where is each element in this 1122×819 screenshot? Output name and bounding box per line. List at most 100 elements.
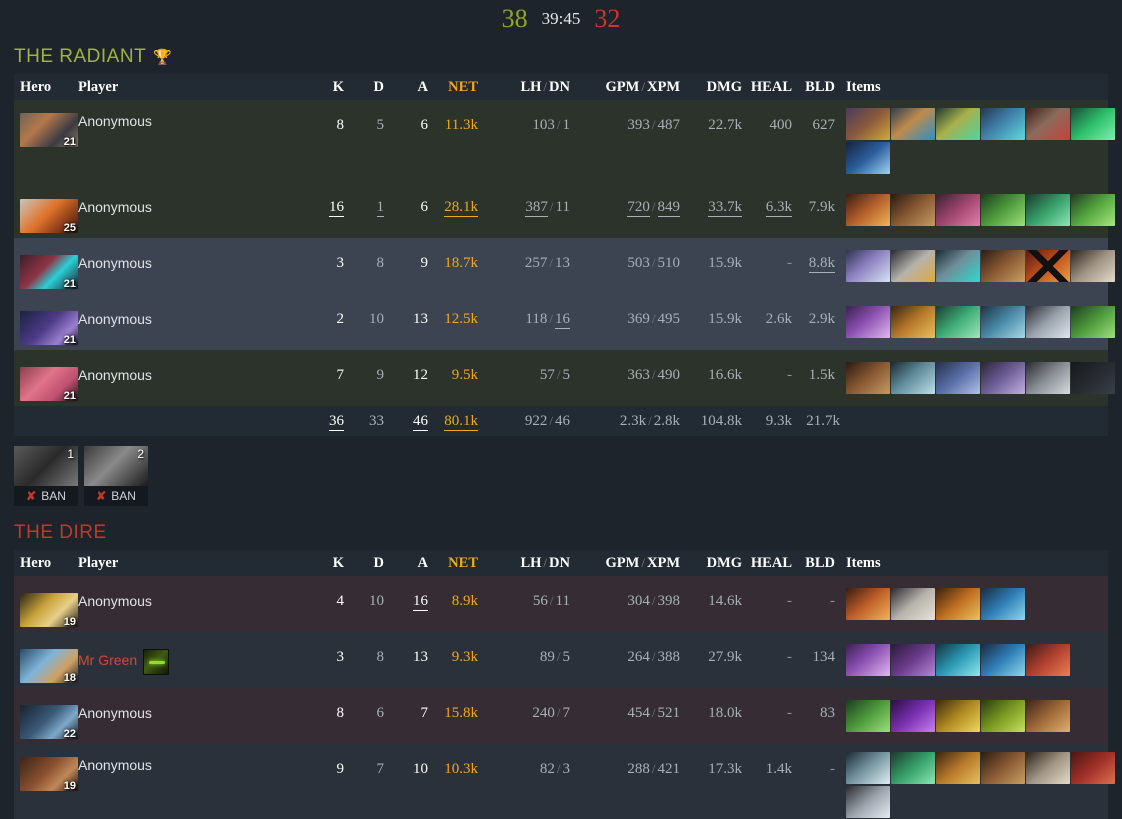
item-slot[interactable] [891,108,935,140]
item-slot[interactable] [1026,700,1070,732]
hero-portrait[interactable]: 19 [20,593,78,628]
table-row[interactable]: 21 Anonymous 3 8 9 18.7k 257/13 503/510 15.9k -8.… [14,238,1115,294]
player-name[interactable]: Anonymous [78,311,152,327]
item-slot[interactable] [846,588,890,620]
ban-entry[interactable]: 1 ✘ BAN [14,446,78,506]
hero-cell[interactable]: 21 [14,100,78,148]
item-slot[interactable] [936,250,980,282]
ban-hero-portrait[interactable]: 1 [14,446,78,486]
item-slot[interactable] [1071,108,1115,140]
item-slot[interactable] [846,250,890,282]
player-name[interactable]: Mr Green [78,652,137,668]
item-slot[interactable] [936,306,980,338]
col-lh-dn[interactable]: LH / DN [478,555,570,572]
col-bld[interactable]: BLD [792,79,840,96]
hero-portrait[interactable]: 21 [20,255,78,290]
table-row[interactable]: 21 Anonymous 2 10 13 12.5k 118/16 369/495 15.9k 2… [14,294,1115,350]
col-net[interactable]: NET [428,555,478,572]
item-slot[interactable] [846,752,890,784]
item-slot[interactable] [846,362,890,394]
col-net[interactable]: NET [428,79,478,96]
hero-portrait[interactable]: 25 [20,199,78,234]
player-name[interactable]: Anonymous [78,593,152,609]
item-slot[interactable] [1071,194,1115,226]
item-slot[interactable] [846,700,890,732]
item-slot[interactable] [846,786,890,818]
item-slot[interactable] [846,306,890,338]
item-slot[interactable] [936,700,980,732]
item-slot[interactable] [936,194,980,226]
col-bld[interactable]: BLD [792,555,840,572]
item-slot[interactable] [981,306,1025,338]
item-slot[interactable] [846,194,890,226]
player-name[interactable]: Anonymous [78,199,152,215]
item-slot[interactable] [1026,108,1070,140]
item-slot[interactable] [891,194,935,226]
table-row[interactable]: 21 Anonymous 8 5 6 11.3k 103/1 393/487 22.7k 400 6… [14,100,1115,182]
item-slot[interactable] [1071,752,1115,784]
item-slot[interactable] [981,108,1025,140]
col-dmg[interactable]: DMG [680,79,742,96]
hero-cell[interactable]: 18 [14,632,78,684]
player-name[interactable]: Anonymous [78,255,152,271]
table-row[interactable]: 18 Mr Green 3 8 13 9.3k 89/5 264/388 27.9k - 134 [14,632,1108,688]
item-slot[interactable] [981,700,1025,732]
item-slot[interactable] [981,194,1025,226]
player-cell[interactable]: Anonymous [78,688,304,723]
item-slot[interactable] [936,362,980,394]
item-slot[interactable] [846,142,890,174]
player-cell[interactable]: Anonymous [78,100,304,131]
item-slot[interactable] [891,362,935,394]
col-gpm-xpm[interactable]: GPM / XPM [570,555,680,572]
col-a[interactable]: A [384,555,428,572]
hero-portrait[interactable]: 21 [20,367,78,402]
item-slot[interactable] [981,250,1025,282]
player-name[interactable]: Anonymous [78,367,152,383]
item-slot[interactable] [981,588,1025,620]
item-slot[interactable] [891,644,935,676]
player-cell[interactable]: Anonymous [78,294,304,329]
item-slot[interactable] [846,108,890,140]
player-cell[interactable]: Anonymous [78,576,304,611]
player-cell[interactable]: Anonymous [78,238,304,273]
col-gpm-xpm[interactable]: GPM / XPM [570,79,680,96]
hero-portrait[interactable]: 22 [20,705,78,740]
item-slot[interactable] [981,362,1025,394]
hero-cell[interactable]: 25 [14,182,78,234]
item-slot[interactable] [1026,194,1070,226]
item-slot[interactable] [981,752,1025,784]
col-lh-dn[interactable]: LH / DN [478,79,570,96]
table-row[interactable]: 19 Anonymous 4 10 16 8.9k 56/11 304/398 14.6k - - [14,576,1108,632]
item-slot[interactable] [1026,250,1070,282]
item-slot[interactable] [981,644,1025,676]
item-slot[interactable] [1071,306,1115,338]
hero-portrait[interactable]: 21 [20,311,78,346]
item-slot[interactable] [1026,644,1070,676]
table-row[interactable]: 22 Anonymous 8 6 7 15.8k 240/7 454/521 18.0k - 83 [14,688,1108,744]
item-slot[interactable] [936,644,980,676]
item-slot[interactable] [891,306,935,338]
player-name[interactable]: Anonymous [78,113,152,129]
player-name[interactable]: Anonymous [78,705,152,721]
hero-cell[interactable]: 21 [14,350,78,402]
hero-cell[interactable]: 19 [14,744,78,792]
hero-cell[interactable]: 21 [14,294,78,346]
item-slot[interactable] [936,752,980,784]
table-row[interactable]: 21 Anonymous 7 9 12 9.5k 57/5 363/490 16.6k -1.5k [14,350,1115,406]
hero-cell[interactable]: 21 [14,238,78,290]
col-player[interactable]: Player [78,555,304,572]
item-slot[interactable] [936,588,980,620]
hero-portrait[interactable]: 19 [20,757,78,792]
player-name[interactable]: Anonymous [78,757,152,773]
player-cell[interactable]: Anonymous [78,744,304,775]
hero-portrait[interactable]: 21 [20,113,78,148]
item-slot[interactable] [846,644,890,676]
hero-portrait[interactable]: 18 [20,649,78,684]
table-row[interactable]: 25 Anonymous 16 1 6 28.1k 387/11 720/849 33.7k 6.… [14,182,1115,238]
hero-cell[interactable]: 22 [14,688,78,740]
player-cell[interactable]: Anonymous [78,182,304,217]
item-slot[interactable] [891,752,935,784]
col-a[interactable]: A [384,79,428,96]
item-slot[interactable] [891,700,935,732]
item-slot[interactable] [891,588,935,620]
